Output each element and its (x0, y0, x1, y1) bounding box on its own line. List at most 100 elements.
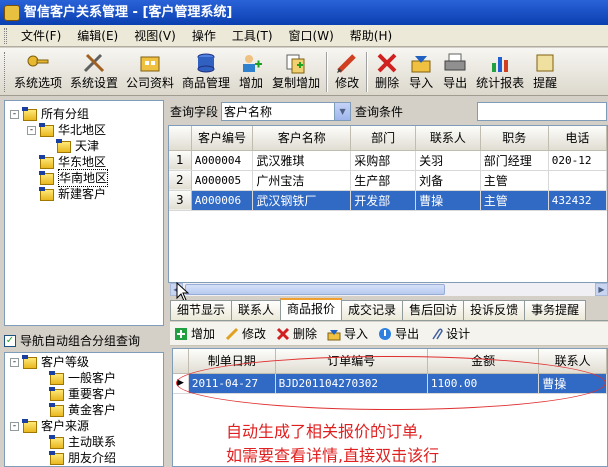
reminder-button[interactable]: 提醒 (528, 48, 562, 91)
folder-icon (39, 123, 55, 137)
checkmark-icon[interactable]: ✓ (4, 334, 16, 347)
tree-item-all-groups[interactable]: - 所有分组 (10, 106, 89, 122)
scroll-right-icon[interactable]: ▶ (595, 283, 608, 296)
add-button[interactable]: 增加 (234, 48, 268, 91)
tree-item-new-customer[interactable]: 新建客户 (39, 186, 106, 202)
plus-icon (175, 327, 187, 340)
menu-action[interactable]: 操作 (184, 25, 224, 47)
chevron-down-icon[interactable]: ▼ (334, 102, 351, 120)
tree-item-gold[interactable]: 黄金客户 (49, 402, 116, 418)
tree-item-customer-level[interactable]: - 客户等级 (10, 354, 89, 370)
company-info-button[interactable]: 公司资料 (122, 48, 178, 91)
tab-reminders[interactable]: 事务提醒 (524, 300, 587, 320)
customer-grid-header: 客户编号 客户名称 部门 联系人 职务 电话 (169, 126, 607, 151)
column-header[interactable] (169, 126, 192, 151)
table-row-selected[interactable]: 3 A000006 武汉钢铁厂 开发部 曹操 主管 432432 (169, 190, 607, 211)
folder-icon (39, 155, 55, 169)
folder-icon (49, 387, 65, 401)
detail-tabs: 细节显示 联系人 商品报价 成交记录 售后回访 投诉反馈 事务提醒 (170, 298, 608, 321)
scroll-track[interactable] (183, 283, 595, 296)
menu-help[interactable]: 帮助(H) (342, 25, 400, 47)
column-header[interactable]: 订单编号 (275, 349, 428, 374)
quote-delete-button[interactable]: 删除 (272, 325, 323, 342)
category-tree[interactable]: - 客户等级 一般客户 重要客户 黄金客户 - 客户来源 主动联系 朋友介绍 (4, 352, 164, 467)
annotation-line-1: 自动生成了相关报价的订单, (226, 422, 424, 441)
customer-grid[interactable]: 客户编号 客户名称 部门 联系人 职务 电话 1 A000004 武汉雅琪 采购… (168, 125, 608, 283)
query-condition-input[interactable] (477, 101, 608, 121)
column-header[interactable]: 金额 (427, 349, 540, 374)
quote-design-button[interactable]: 设计 (425, 325, 476, 342)
system-options-button[interactable]: 系统选项 (10, 48, 66, 91)
menu-view[interactable]: 视图(V) (126, 25, 184, 47)
main-toolbar: 系统选项 系统设置 公司资料 商品管理 增加 复制增加 修改 删除 导入 导出 … (0, 48, 608, 96)
scroll-thumb[interactable] (185, 284, 445, 295)
column-header[interactable]: 电话 (548, 126, 607, 151)
tab-quotes[interactable]: 商品报价 (280, 298, 343, 320)
tab-complaints[interactable]: 投诉反馈 (463, 300, 526, 320)
column-header[interactable]: 部门 (350, 126, 417, 151)
menu-file[interactable]: 文件(F) (13, 25, 69, 47)
tree-item-east[interactable]: 华东地区 (39, 154, 106, 170)
copy-add-button[interactable]: 复制增加 (268, 48, 324, 91)
statistics-report-button[interactable]: 统计报表 (472, 48, 528, 91)
toolbar-separator (326, 52, 329, 92)
nav-auto-combine-checkbox[interactable]: ✓ 导航自动组合分组查询 (4, 332, 140, 349)
column-header[interactable]: 职务 (480, 126, 549, 151)
column-header[interactable]: 联系人 (538, 349, 607, 374)
menu-edit[interactable]: 编辑(E) (69, 25, 126, 47)
query-condition-label: 查询条件 (355, 104, 404, 119)
import-button[interactable]: 导入 (404, 48, 438, 91)
tree-item-north[interactable]: - 华北地区 (27, 122, 106, 138)
folder-icon (49, 451, 65, 465)
tab-detail[interactable]: 细节显示 (170, 300, 233, 320)
column-header[interactable]: 制单日期 (188, 349, 276, 374)
import-icon (411, 56, 431, 73)
toolbar-separator (366, 52, 369, 92)
column-header[interactable]: 客户编号 (191, 126, 254, 151)
collapse-icon[interactable]: - (10, 357, 19, 367)
delete-button[interactable]: 删除 (370, 48, 404, 91)
quote-import-button[interactable]: 导入 (323, 325, 374, 342)
export-button[interactable]: 导出 (438, 48, 472, 91)
tree-item-normal[interactable]: 一般客户 (49, 370, 116, 386)
column-header[interactable]: 客户名称 (252, 126, 352, 151)
tab-after-sales[interactable]: 售后回访 (402, 300, 465, 320)
order-grid-header: 制单日期 订单编号 金额 联系人 (173, 349, 607, 374)
paperclip-icon (432, 327, 443, 339)
product-manage-button[interactable]: 商品管理 (178, 48, 234, 91)
collapse-icon[interactable]: - (10, 421, 19, 431)
column-header[interactable]: 联系人 (415, 126, 481, 151)
tree-item-referral[interactable]: 朋友介绍 (49, 450, 116, 466)
query-field-select[interactable]: 客户名称 ▼ (221, 101, 352, 121)
quote-edit-button[interactable]: 修改 (221, 325, 272, 342)
table-row[interactable]: 1 A000004 武汉雅琪 采购部 关羽 部门经理 020-12 (169, 150, 607, 171)
window-title: 智信客户关系管理 - [客户管理系统] (24, 5, 233, 20)
table-row-selected[interactable]: ▶ 2011-04-27 BJD201104270302 1100.00 曹操 (173, 373, 607, 394)
tab-contacts[interactable]: 联系人 (231, 300, 282, 320)
query-bar: 查询字段 客户名称 ▼ 查询条件 (168, 100, 608, 122)
pencil-icon (337, 54, 356, 73)
column-header[interactable] (173, 349, 189, 374)
tree-item-south[interactable]: 华南地区 (39, 169, 109, 187)
collapse-icon[interactable]: - (10, 109, 19, 119)
menu-window[interactable]: 窗口(W) (281, 25, 342, 47)
tree-item-active-contact[interactable]: 主动联系 (49, 434, 116, 450)
edit-button[interactable]: 修改 (330, 48, 364, 91)
table-row[interactable]: 2 A000005 广州宝洁 生产部 刘备 主管 (169, 170, 607, 191)
tree-item-important[interactable]: 重要客户 (49, 386, 116, 402)
quote-export-button[interactable]: 导出 (374, 325, 425, 342)
reminder-icon (536, 54, 554, 72)
group-tree[interactable]: - 所有分组 - 华北地区 天津 华东地区 华南地区 新建客户 (4, 100, 164, 326)
quote-add-button[interactable]: 增加 (170, 325, 221, 342)
system-settings-button[interactable]: 系统设置 (66, 48, 122, 91)
horizontal-scrollbar[interactable]: ◀ ▶ (170, 283, 608, 296)
tab-deals[interactable]: 成交记录 (341, 300, 404, 320)
tree-item-tianjin[interactable]: 天津 (56, 138, 99, 154)
bar-chart-icon (492, 57, 509, 72)
collapse-icon[interactable]: - (27, 125, 36, 135)
menu-tools[interactable]: 工具(T) (224, 25, 281, 47)
tree-item-source[interactable]: - 客户来源 (10, 418, 89, 434)
delete-x-icon (377, 53, 397, 73)
folder-icon (22, 419, 38, 433)
folder-open-icon (39, 171, 55, 185)
